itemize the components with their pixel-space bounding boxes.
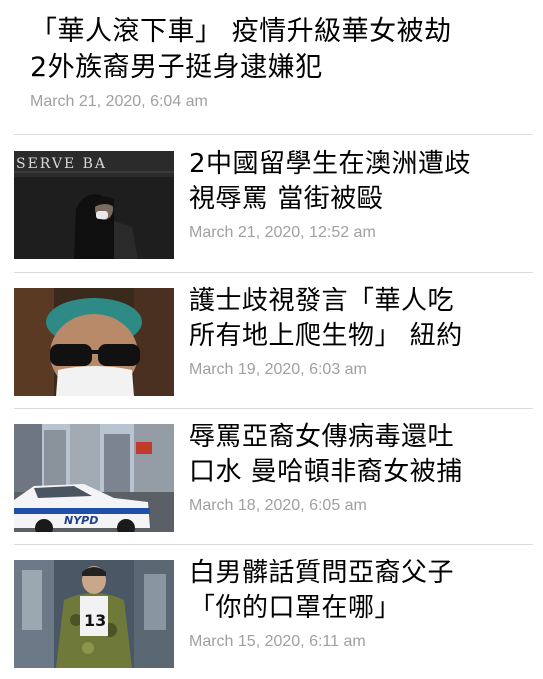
article-text-3: 辱罵亞裔女傳病毒還吐 口水 曼哈頓非裔女被捕 March 18, 2020, 6… xyxy=(189,420,529,516)
article-thumbnail-2[interactable] xyxy=(14,288,174,396)
article-text-4: 白男髒話質問亞裔父子 「你的口罩在哪」 March 15, 2020, 6:11… xyxy=(189,556,529,652)
article-thumbnail-4[interactable]: 13 xyxy=(14,560,174,668)
article-title-3-line-2[interactable]: 口水 曼哈頓非裔女被捕 xyxy=(189,455,529,490)
divider xyxy=(14,408,533,409)
article-title-1-line-2[interactable]: 視辱罵 當街被毆 xyxy=(189,182,529,217)
top-article-title-line-2[interactable]: 2外族裔男子挺身逮嫌犯 xyxy=(30,50,530,86)
article-item-1[interactable]: SERVE BA 2中國留學生在澳洲遭歧 視辱罵 當街被毆 March 21, … xyxy=(14,149,533,259)
article-date-1: March 21, 2020, 12:52 am xyxy=(189,224,376,241)
article-text-1: 2中國留學生在澳洲遭歧 視辱罵 當街被毆 March 21, 2020, 12:… xyxy=(189,147,529,243)
top-article-title-line-1[interactable]: 「華人滾下車」 疫情升級華女被劫 xyxy=(30,14,530,50)
thumbnail-caption-4: 13 xyxy=(84,611,106,630)
article-title-4-line-1[interactable]: 白男髒話質問亞裔父子 xyxy=(189,556,529,591)
article-title-4[interactable]: 白男髒話質問亞裔父子 「你的口罩在哪」 xyxy=(189,556,529,626)
article-text-2: 護士歧視發言「華人吃 所有地上爬生物」 紐約 March 19, 2020, 6… xyxy=(189,284,529,380)
top-article-title[interactable]: 「華人滾下車」 疫情升級華女被劫 2外族裔男子挺身逮嫌犯 xyxy=(30,14,530,86)
thumbnail-image-nurse xyxy=(14,288,174,396)
article-thumbnail-1[interactable]: SERVE BA xyxy=(14,151,174,259)
article-title-2[interactable]: 護士歧視發言「華人吃 所有地上爬生物」 紐約 xyxy=(189,284,529,354)
article-date-4: March 15, 2020, 6:11 am xyxy=(189,633,366,650)
article-item-2[interactable]: 護士歧視發言「華人吃 所有地上爬生物」 紐約 March 19, 2020, 6… xyxy=(14,286,533,396)
article-thumbnail-3[interactable]: NYPD xyxy=(14,424,174,532)
article-title-2-line-2[interactable]: 所有地上爬生物」 紐約 xyxy=(189,319,529,354)
divider xyxy=(14,544,533,545)
divider xyxy=(14,134,533,135)
article-title-1-line-1[interactable]: 2中國留學生在澳洲遭歧 xyxy=(189,147,529,182)
article-title-4-line-2[interactable]: 「你的口罩在哪」 xyxy=(189,591,529,626)
thumbnail-image-subway-man: 13 xyxy=(14,560,174,668)
thumbnail-caption-1: SERVE BA xyxy=(16,156,107,172)
article-date-2: March 19, 2020, 6:03 am xyxy=(189,361,367,378)
thumbnail-image-reserve-bank: SERVE BA xyxy=(14,151,174,259)
article-item-4[interactable]: 13 白男髒話質問亞裔父子 「你的口罩在哪」 March 15, 2020, 6… xyxy=(14,558,533,668)
article-title-2-line-1[interactable]: 護士歧視發言「華人吃 xyxy=(189,284,529,319)
top-article[interactable]: 「華人滾下車」 疫情升級華女被劫 2外族裔男子挺身逮嫌犯 March 21, 2… xyxy=(30,14,530,112)
article-title-1[interactable]: 2中國留學生在澳洲遭歧 視辱罵 當街被毆 xyxy=(189,147,529,217)
article-item-3[interactable]: NYPD 辱罵亞裔女傳病毒還吐 口水 曼哈頓非裔女被捕 March 18, 20… xyxy=(14,422,533,532)
article-date-3: March 18, 2020, 6:05 am xyxy=(189,497,367,514)
divider xyxy=(14,272,533,273)
article-title-3[interactable]: 辱罵亞裔女傳病毒還吐 口水 曼哈頓非裔女被捕 xyxy=(189,420,529,490)
thumbnail-caption-3: NYPD xyxy=(64,514,98,527)
article-title-3-line-1[interactable]: 辱罵亞裔女傳病毒還吐 xyxy=(189,420,529,455)
top-article-date: March 21, 2020, 6:04 am xyxy=(30,93,208,110)
thumbnail-image-nypd-car: NYPD xyxy=(14,424,174,532)
